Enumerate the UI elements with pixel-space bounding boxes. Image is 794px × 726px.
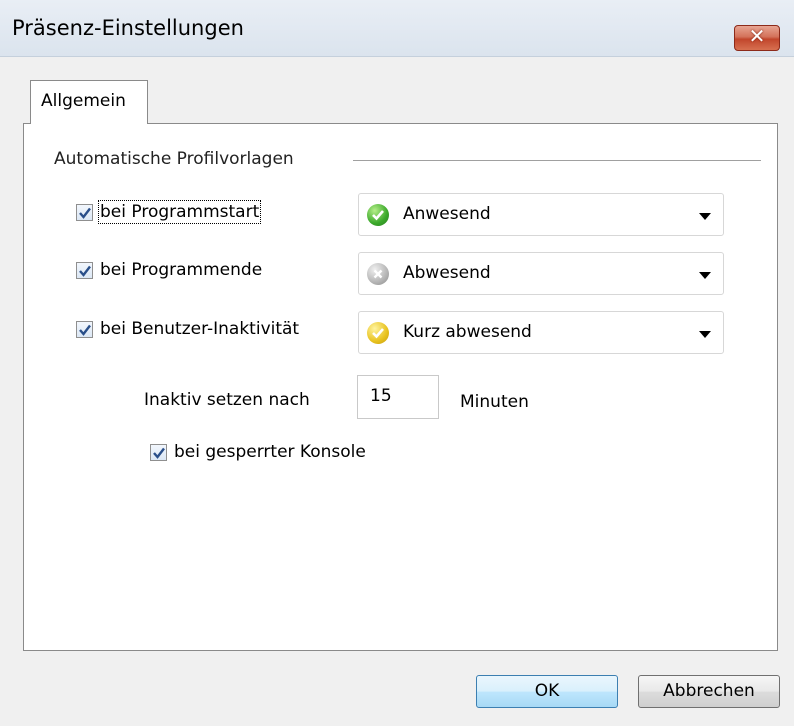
yellow-check-icon xyxy=(367,322,389,344)
inactivity-label: Inaktiv setzen nach xyxy=(144,390,310,410)
checkmark-icon xyxy=(153,447,165,459)
checkmark-icon xyxy=(79,207,91,219)
programmende-status-select[interactable]: Abwesend xyxy=(358,252,724,295)
close-button[interactable]: ✕ xyxy=(734,24,780,51)
title-bar[interactable]: Präsenz-Einstellungen ✕ xyxy=(0,0,794,57)
dialog-window: Präsenz-Einstellungen ✕ Allgemein Automa… xyxy=(0,0,794,726)
close-icon: ✕ xyxy=(748,24,766,48)
inactivity-minutes-value: 15 xyxy=(370,386,392,406)
group-divider xyxy=(353,160,761,161)
inaktivitaet-label: bei Benutzer-Inaktivität xyxy=(100,319,300,339)
tab-panel: Automatische Profilvorlagen bei Programm… xyxy=(23,123,778,651)
programmstart-label[interactable]: bei Programmstart xyxy=(97,200,262,224)
green-check-icon xyxy=(367,204,389,226)
select-value: Abwesend xyxy=(403,263,491,283)
tab-label: Allgemein xyxy=(41,91,126,111)
locked-console-label: bei gesperrter Konsole xyxy=(174,442,366,462)
checkmark-icon xyxy=(79,265,91,277)
tab-allgemein[interactable]: Allgemein xyxy=(30,80,148,124)
chevron-down-icon xyxy=(699,213,711,220)
inaktivitaet-status-select[interactable]: Kurz abwesend xyxy=(358,311,724,354)
programmende-label: bei Programmende xyxy=(100,260,263,280)
window-title: Präsenz-Einstellungen xyxy=(12,16,244,40)
gray-x-icon xyxy=(367,263,389,285)
group-label: Automatische Profilvorlagen xyxy=(54,149,294,169)
select-value: Anwesend xyxy=(403,204,491,224)
chevron-down-icon xyxy=(699,331,711,338)
inaktivitaet-checkbox[interactable] xyxy=(76,321,93,338)
checkmark-icon xyxy=(79,324,91,336)
inactivity-minutes-input[interactable]: 15 xyxy=(357,375,439,419)
ok-button[interactable]: OK xyxy=(476,675,618,708)
minutes-unit-label: Minuten xyxy=(460,392,529,412)
chevron-down-icon xyxy=(699,272,711,279)
select-value: Kurz abwesend xyxy=(403,322,532,342)
locked-console-checkbox[interactable] xyxy=(150,444,167,461)
cancel-button[interactable]: Abbrechen xyxy=(638,675,780,708)
programmende-checkbox[interactable] xyxy=(76,262,93,279)
programmstart-status-select[interactable]: Anwesend xyxy=(358,193,724,236)
programmstart-checkbox[interactable] xyxy=(76,204,93,221)
